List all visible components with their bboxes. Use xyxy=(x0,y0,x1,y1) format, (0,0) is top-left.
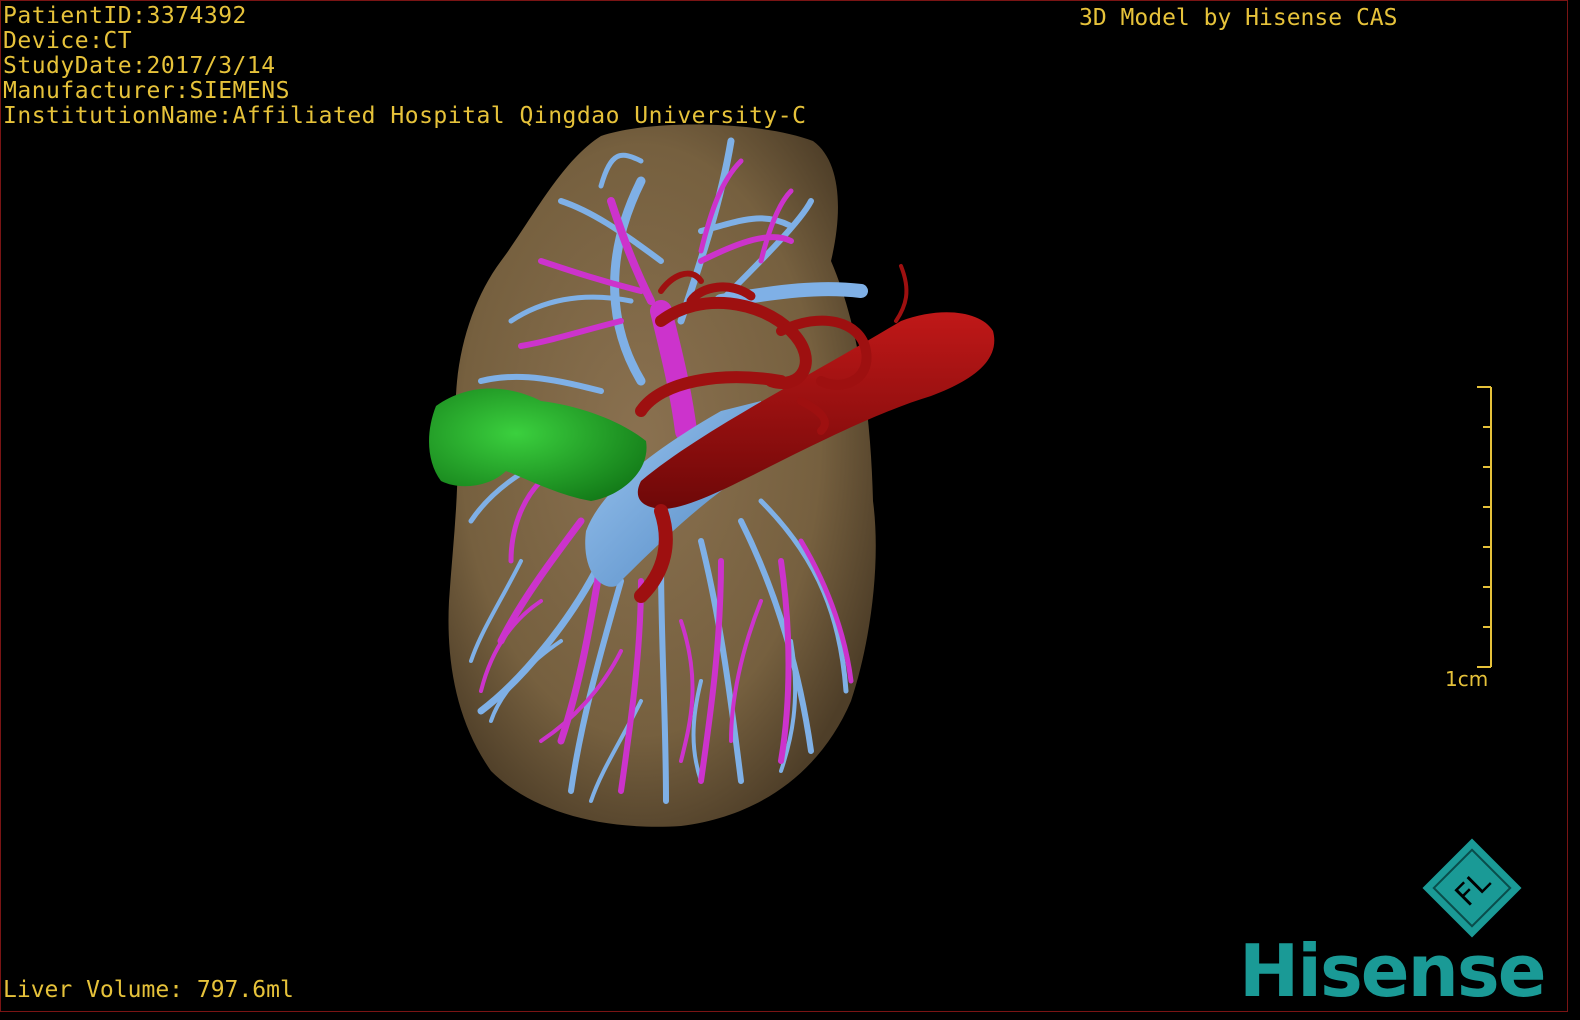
scale-bar xyxy=(1477,386,1492,668)
manufacturer-label: Manufacturer:SIEMENS xyxy=(3,78,290,104)
model-credit-label: 3D Model by Hisense CAS xyxy=(1079,5,1398,31)
scale-bar-label: 1cm xyxy=(1445,667,1489,691)
study-date-label: StudyDate:2017/3/14 xyxy=(3,53,276,79)
patient-id-label: PatientID:3374392 xyxy=(3,3,247,29)
liver-3d-model[interactable] xyxy=(1,1,1568,1012)
3d-viewport[interactable]: PatientID:3374392 Device:CT StudyDate:20… xyxy=(0,0,1568,1012)
institution-label: InstitutionName:Affiliated Hospital Qing… xyxy=(3,103,807,129)
liver-volume-label: Liver Volume: 797.6ml xyxy=(3,977,294,1003)
hisense-brand-logo: Hisense xyxy=(1239,929,1547,1012)
device-label: Device:CT xyxy=(3,28,133,54)
